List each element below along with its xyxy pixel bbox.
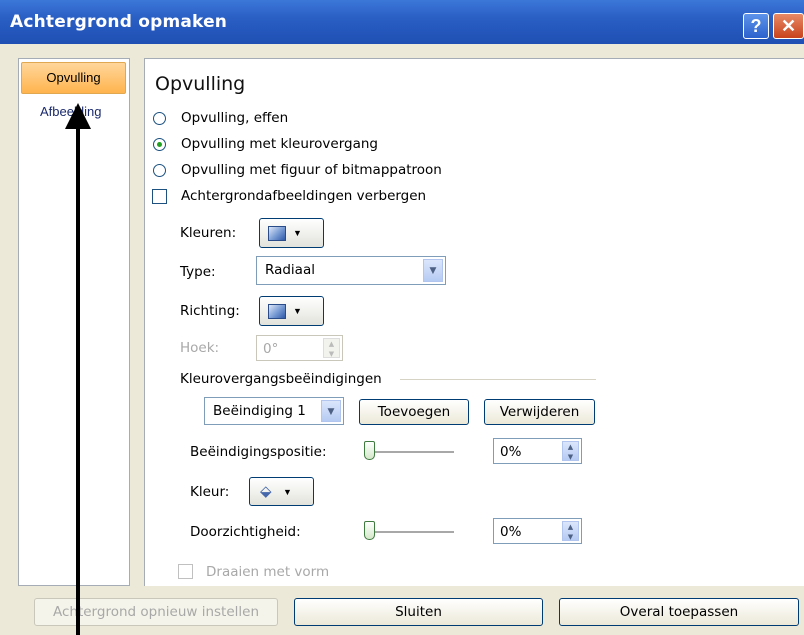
type-select[interactable]: Radiaal ▼ xyxy=(256,256,446,285)
radio-gradient-fill-label[interactable]: Opvulling met kleurovergang xyxy=(181,136,378,152)
transparency-slider-thumb[interactable] xyxy=(364,521,375,540)
panel-heading: Opvulling xyxy=(155,73,246,95)
spin-arrows-icon: ▲ ▼ xyxy=(323,338,340,358)
angle-value: 0° xyxy=(263,341,279,357)
radio-solid-fill-label[interactable]: Opvulling, effen xyxy=(181,110,288,126)
rotate-with-shape-checkbox xyxy=(178,564,193,579)
radio-gradient-fill[interactable] xyxy=(153,138,166,151)
direction-label: Richting: xyxy=(180,303,240,319)
reset-background-button: Achtergrond opnieuw instellen xyxy=(34,598,278,626)
chevron-down-icon: ▼ xyxy=(283,487,292,497)
annotation-arrow-line xyxy=(76,126,80,635)
direction-button[interactable]: ▼ xyxy=(259,296,324,326)
radio-picture-fill[interactable] xyxy=(153,164,166,177)
section-divider xyxy=(400,379,596,380)
color-label: Kleur: xyxy=(190,484,230,500)
stop-position-spinner[interactable]: 0% ▲ ▼ xyxy=(493,438,582,464)
close-button[interactable]: Sluiten xyxy=(294,598,543,626)
stop-color-button[interactable]: ⬙ ▼ xyxy=(249,477,314,506)
help-button[interactable]: ? xyxy=(743,13,769,39)
stop-select-value: Beëindiging 1 xyxy=(213,403,306,419)
close-window-button[interactable]: ✕ xyxy=(773,13,804,39)
transparency-slider-track[interactable] xyxy=(364,531,454,534)
chevron-down-icon: ▼ xyxy=(293,228,302,238)
gradient-stops-heading: Kleurovergangsbeëindigingen xyxy=(180,371,382,387)
apply-to-all-button[interactable]: Overal toepassen xyxy=(559,598,799,626)
paint-bucket-icon: ⬙ xyxy=(260,483,272,500)
direction-swatch xyxy=(268,304,286,319)
type-select-value: Radiaal xyxy=(265,262,315,278)
radio-picture-fill-label[interactable]: Opvulling met figuur of bitmappatroon xyxy=(181,162,442,178)
chevron-down-icon[interactable]: ▼ xyxy=(321,400,341,422)
colors-label: Kleuren: xyxy=(180,225,237,241)
spin-arrows-icon[interactable]: ▲ ▼ xyxy=(562,521,579,541)
stop-position-slider-track[interactable] xyxy=(364,451,454,454)
stop-position-slider-thumb[interactable] xyxy=(364,441,375,460)
preset-colors-button[interactable]: ▼ xyxy=(259,218,324,248)
stop-position-label: Beëindigingspositie: xyxy=(190,444,327,460)
chevron-down-icon: ▼ xyxy=(293,306,302,316)
title-bar: Achtergrond opmaken ? ✕ xyxy=(0,0,804,44)
angle-label: Hoek: xyxy=(180,340,220,356)
transparency-label: Doorzichtigheid: xyxy=(190,524,301,540)
remove-stop-button[interactable]: Verwijderen xyxy=(484,399,595,425)
nav-item-opvulling[interactable]: Opvulling xyxy=(21,62,126,94)
angle-spinner: 0° ▲ ▼ xyxy=(256,335,343,361)
rotate-with-shape-label: Draaien met vorm xyxy=(206,564,330,580)
stop-position-value: 0% xyxy=(500,444,522,460)
transparency-value: 0% xyxy=(500,524,522,540)
category-list xyxy=(18,58,130,586)
radio-solid-fill[interactable] xyxy=(153,112,166,125)
hide-background-checkbox[interactable] xyxy=(152,189,167,204)
spin-arrows-icon[interactable]: ▲ ▼ xyxy=(562,441,579,461)
hide-background-label[interactable]: Achtergrondafbeeldingen verbergen xyxy=(181,188,426,204)
add-stop-button[interactable]: Toevoegen xyxy=(359,399,469,425)
type-label: Type: xyxy=(180,264,216,280)
transparency-spinner[interactable]: 0% ▲ ▼ xyxy=(493,518,582,544)
gradient-swatch xyxy=(268,226,286,241)
stop-select[interactable]: Beëindiging 1 ▼ xyxy=(204,397,344,425)
chevron-down-icon[interactable]: ▼ xyxy=(423,259,443,282)
window-title: Achtergrond opmaken xyxy=(10,12,228,32)
